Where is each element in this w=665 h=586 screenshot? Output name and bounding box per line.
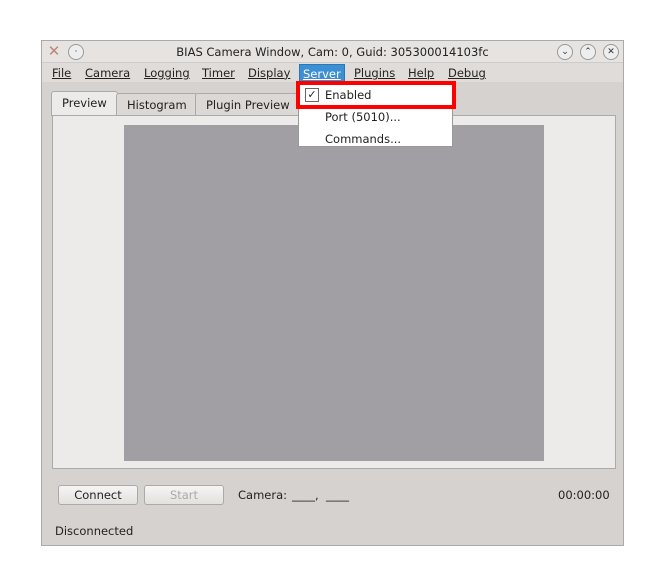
- title-bar[interactable]: ✕ · BIAS Camera Window, Cam: 0, Guid: 30…: [42, 41, 623, 63]
- camera-label: Camera:: [238, 488, 288, 502]
- connect-button[interactable]: Connect: [58, 485, 138, 505]
- tab-preview[interactable]: Preview: [51, 91, 118, 116]
- menu-debug[interactable]: Debug: [448, 66, 486, 80]
- menu-display[interactable]: Display: [248, 66, 290, 80]
- close-button[interactable]: ✕: [603, 44, 619, 60]
- menu-logging[interactable]: Logging: [144, 66, 190, 80]
- menu-help[interactable]: Help: [408, 66, 434, 80]
- menu-item-port[interactable]: Port (5010)...: [325, 110, 401, 124]
- tab-histogram[interactable]: Histogram: [116, 93, 198, 115]
- minimize-button[interactable]: ⌄: [557, 44, 573, 60]
- tab-plugin-preview[interactable]: Plugin Preview: [195, 93, 301, 115]
- maximize-button[interactable]: ⌃: [580, 44, 596, 60]
- menu-timer[interactable]: Timer: [202, 66, 235, 80]
- camera-preview-image: [124, 125, 544, 461]
- menu-item-commands[interactable]: Commands...: [325, 132, 401, 146]
- status-text: Disconnected: [55, 524, 134, 538]
- menu-plugins[interactable]: Plugins: [354, 66, 395, 80]
- preview-panel: [52, 115, 616, 469]
- menu-camera[interactable]: Camera: [85, 66, 130, 80]
- start-button[interactable]: Start: [144, 485, 224, 505]
- window-title: BIAS Camera Window, Cam: 0, Guid: 305300…: [176, 45, 489, 59]
- menu-bar: File Camera Logging Timer Display Server…: [42, 63, 623, 84]
- highlight-annotation-box: [296, 81, 456, 109]
- camera-value: ____, ____: [292, 488, 349, 502]
- elapsed-timer: 00:00:00: [558, 488, 610, 502]
- menu-file[interactable]: File: [52, 66, 71, 80]
